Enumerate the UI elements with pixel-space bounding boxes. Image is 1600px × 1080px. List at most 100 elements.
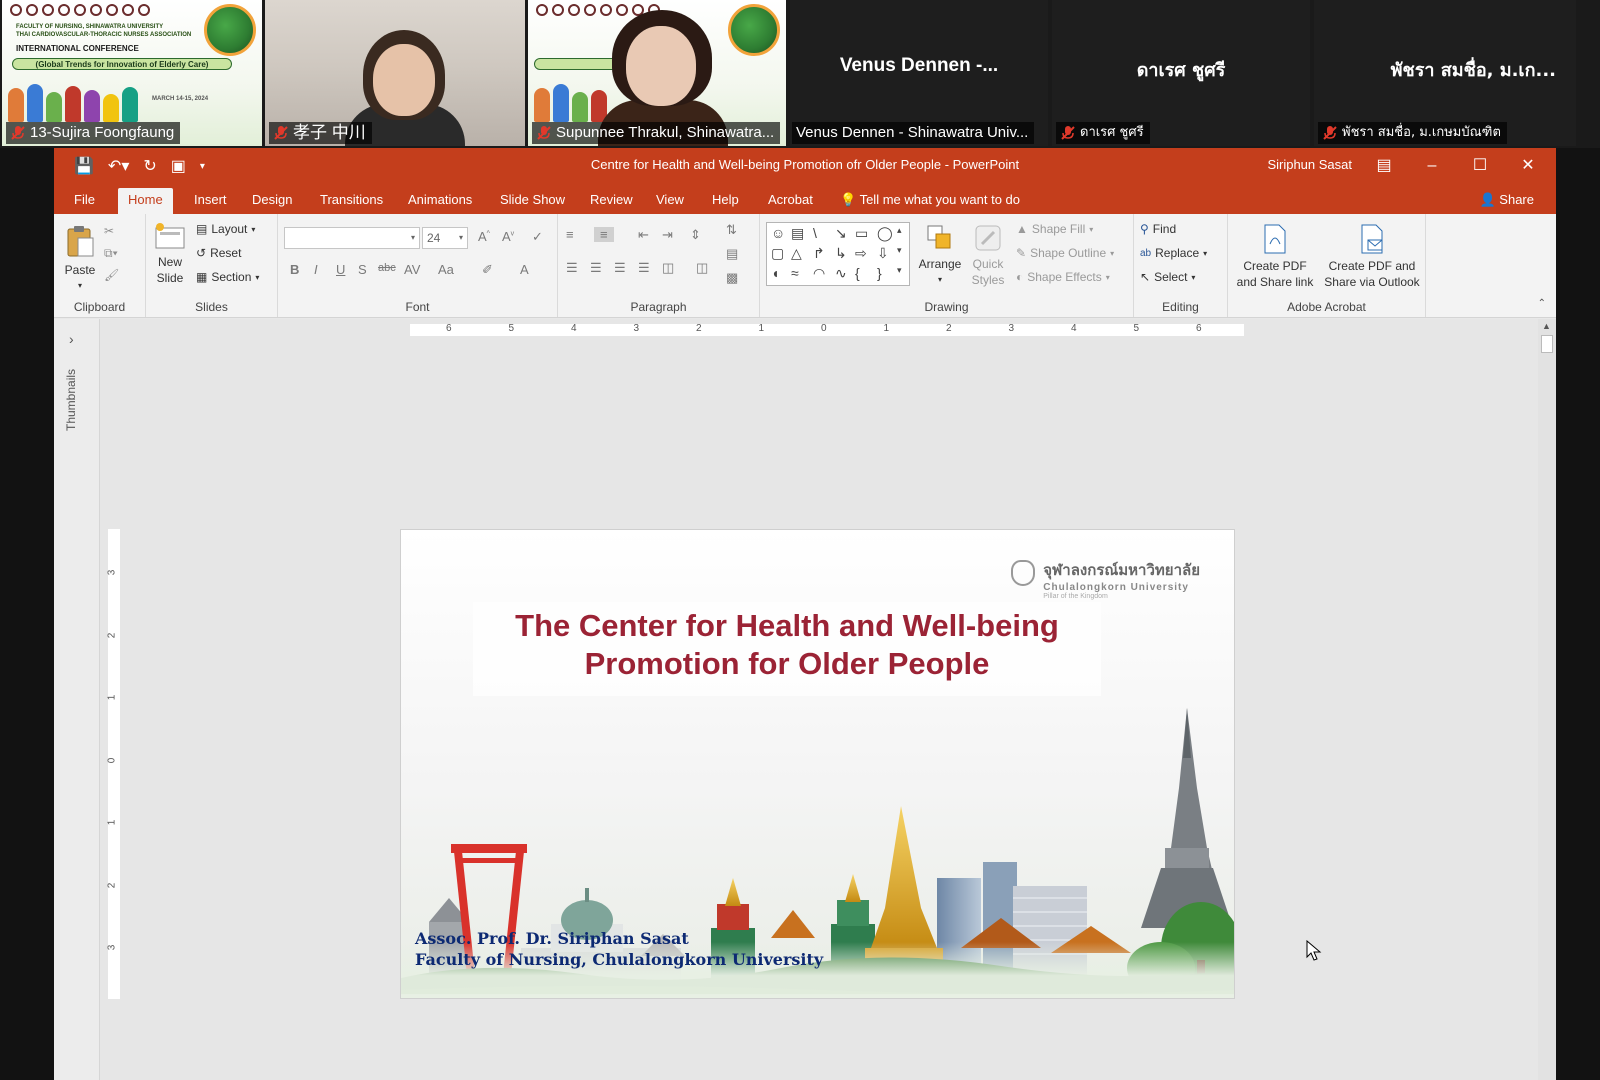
numbering-icon[interactable]: ≡	[594, 227, 614, 242]
text-shadow-icon[interactable]: S	[358, 262, 367, 277]
tab-acrobat[interactable]: Acrobat	[758, 188, 823, 214]
grow-font-icon[interactable]: A^	[478, 229, 490, 244]
bold-icon[interactable]: B	[290, 262, 299, 277]
tab-help[interactable]: Help	[702, 188, 749, 214]
italic-icon[interactable]: I	[314, 262, 318, 277]
minimize-button[interactable]: –	[1412, 152, 1452, 180]
shape-effects-button[interactable]: ◐ Shape Effects ▾	[1016, 270, 1110, 284]
columns-icon[interactable]: ◫	[662, 260, 674, 276]
participant-tile-3[interactable]: Supunnee Thrakul, Shinawatra...	[528, 0, 786, 146]
gallery-more-icon[interactable]: ▾	[897, 265, 902, 276]
create-pdf-share-link-button[interactable]: Create PDF and Share link	[1232, 224, 1318, 290]
curve-shape-icon[interactable]: ∿	[835, 265, 847, 282]
slide-author-block[interactable]: Assoc. Prof. Dr. Siriphan Sasat Faculty …	[415, 928, 823, 970]
clear-formatting-icon[interactable]: ✓	[532, 229, 543, 245]
create-pdf-outlook-button[interactable]: Create PDF and Share via Outlook	[1322, 224, 1422, 290]
freeform-shape-icon[interactable]: ◖	[771, 265, 779, 281]
account-name[interactable]: Siriphun Sasat	[1267, 157, 1352, 172]
scroll-up-icon[interactable]: ▲	[1542, 321, 1551, 331]
tab-animations[interactable]: Animations	[398, 188, 482, 214]
rounded-rect-shape-icon[interactable]: ▢	[771, 245, 784, 262]
section-button[interactable]: ▦ Section ▾	[196, 270, 259, 284]
select-button[interactable]: ↖ Select ▾	[1140, 270, 1195, 284]
oval-shape-icon[interactable]: ◯	[877, 225, 893, 242]
down-arrow-shape-icon[interactable]: ⇩	[877, 245, 889, 262]
increase-indent-icon[interactable]: ⇥	[662, 227, 673, 243]
undo-icon[interactable]: ↶▾	[108, 156, 129, 176]
gallery-up-icon[interactable]: ▴	[897, 225, 902, 236]
shape-fill-button[interactable]: ▲ Shape Fill ▾	[1016, 222, 1093, 236]
new-slide-button[interactable]: New Slide	[150, 222, 190, 286]
line-shape-icon[interactable]: \	[813, 225, 817, 241]
cut-icon[interactable]: ✂	[104, 224, 114, 238]
participant-tile-4[interactable]: Venus Dennen -... Venus Dennen - Shinawa…	[790, 0, 1048, 146]
font-color-icon[interactable]: A	[520, 262, 529, 277]
close-button[interactable]: ✕	[1508, 152, 1548, 180]
maximize-button[interactable]: ☐	[1460, 152, 1500, 180]
gallery-down-icon[interactable]: ▾	[897, 245, 902, 256]
thumbnails-pane[interactable]: › Thumbnails	[54, 319, 100, 1080]
tab-file[interactable]: File	[64, 188, 105, 214]
convert-smartart-icon[interactable]: ▩	[726, 270, 738, 286]
align-right-icon[interactable]: ☰	[614, 260, 626, 276]
underline-icon[interactable]: U	[336, 262, 345, 277]
participant-tile-5[interactable]: ดาเรศ ชูศรี ดาเรศ ชูศรี	[1052, 0, 1310, 146]
line-spacing-icon[interactable]: ⇕	[690, 227, 701, 243]
tell-me-search[interactable]: 💡 Tell me what you want to do	[840, 188, 1020, 214]
highlight-icon[interactable]: ✐	[482, 262, 493, 278]
elbow-connector-shape-icon[interactable]: ↳	[835, 245, 847, 262]
participant-tile-1[interactable]: FACULTY OF NURSING, SHINAWATRA UNIVERSIT…	[2, 0, 262, 146]
tab-slide-show[interactable]: Slide Show	[490, 188, 575, 214]
connector-shape-icon[interactable]: ↱	[813, 245, 825, 262]
strikethrough-icon[interactable]: abc	[378, 262, 396, 274]
save-icon[interactable]: 💾	[74, 156, 94, 176]
reset-button[interactable]: ↺ Reset	[196, 246, 241, 260]
textbox-shape-icon[interactable]: ▤	[791, 225, 804, 242]
align-text-icon[interactable]: ▤	[726, 246, 738, 262]
smartart-icon[interactable]: ◫	[696, 260, 708, 276]
copy-icon[interactable]: ⧉▾	[104, 246, 118, 261]
tab-review[interactable]: Review	[580, 188, 643, 214]
customize-qat-icon[interactable]: ▾	[200, 161, 205, 172]
tab-view[interactable]: View	[646, 188, 694, 214]
arrange-button[interactable]: Arrange ▾	[916, 224, 964, 288]
tab-design[interactable]: Design	[242, 188, 302, 214]
participant-tile-2[interactable]: 孝子 中川	[265, 0, 525, 146]
center-icon[interactable]: ☰	[590, 260, 602, 276]
quick-styles-button[interactable]: Quick Styles	[964, 224, 1012, 288]
text-direction-icon[interactable]: ⇅	[726, 222, 737, 238]
layout-button[interactable]: ▤ Layout ▾	[196, 222, 255, 236]
horizontal-ruler[interactable]: 6 5 4 3 2 1 0 1 2 3 4 5 6	[410, 323, 1244, 336]
vertical-scrollbar[interactable]: ▲	[1538, 319, 1556, 1080]
scribble-shape-icon[interactable]: ≈	[791, 265, 799, 281]
shape-outline-button[interactable]: ✎ Shape Outline ▾	[1016, 246, 1114, 260]
font-name-box[interactable]: ▾	[284, 227, 420, 249]
scrollbar-thumb[interactable]	[1541, 335, 1553, 353]
collapse-ribbon-icon[interactable]: ⌃	[1538, 298, 1546, 309]
find-button[interactable]: ⚲ Find	[1140, 222, 1176, 236]
justify-icon[interactable]: ☰	[638, 260, 650, 276]
right-arrow-shape-icon[interactable]: ⇨	[855, 245, 867, 262]
character-spacing-icon[interactable]: AV	[404, 262, 420, 277]
decrease-indent-icon[interactable]: ⇤	[638, 227, 649, 243]
rectangle-shape-icon[interactable]: ▭	[855, 225, 868, 242]
format-painter-icon[interactable]: 🖌	[104, 268, 119, 282]
font-size-box[interactable]: 24 ▾	[422, 227, 468, 249]
shapes-gallery[interactable]: ☺ ▤ \ ↘ ▭ ◯ ▢ △ ↱ ↳ ⇨ ⇩ ◖ ≈ ◠ ∿ { } ▴ ▾ …	[766, 222, 910, 286]
arc-shape-icon[interactable]: ◠	[813, 265, 825, 282]
share-button[interactable]: 👤 Share	[1479, 188, 1534, 214]
tab-transitions[interactable]: Transitions	[310, 188, 393, 214]
paste-button[interactable]: Paste ▾	[62, 224, 98, 294]
current-slide[interactable]: จุฬาลงกรณ์มหาวิทยาลัย Chulalongkorn Univ…	[400, 529, 1235, 999]
expand-thumbnails-icon[interactable]: ›	[69, 331, 74, 347]
bullets-icon[interactable]: ≡	[566, 227, 574, 242]
participant-tile-6[interactable]: พัชรา สมชื่อ, ม.เก... พัชรา สมชื่อ, ม.เก…	[1314, 0, 1576, 146]
replace-button[interactable]: ab Replace ▾	[1140, 246, 1207, 260]
tab-insert[interactable]: Insert	[184, 188, 237, 214]
start-from-beginning-icon[interactable]: ▣	[171, 156, 186, 176]
right-brace-shape-icon[interactable]: }	[877, 265, 882, 281]
change-case-icon[interactable]: Aa	[438, 262, 454, 277]
redo-icon[interactable]: ↻	[143, 156, 156, 176]
align-left-icon[interactable]: ☰	[566, 260, 578, 276]
tab-home[interactable]: Home	[118, 188, 173, 214]
